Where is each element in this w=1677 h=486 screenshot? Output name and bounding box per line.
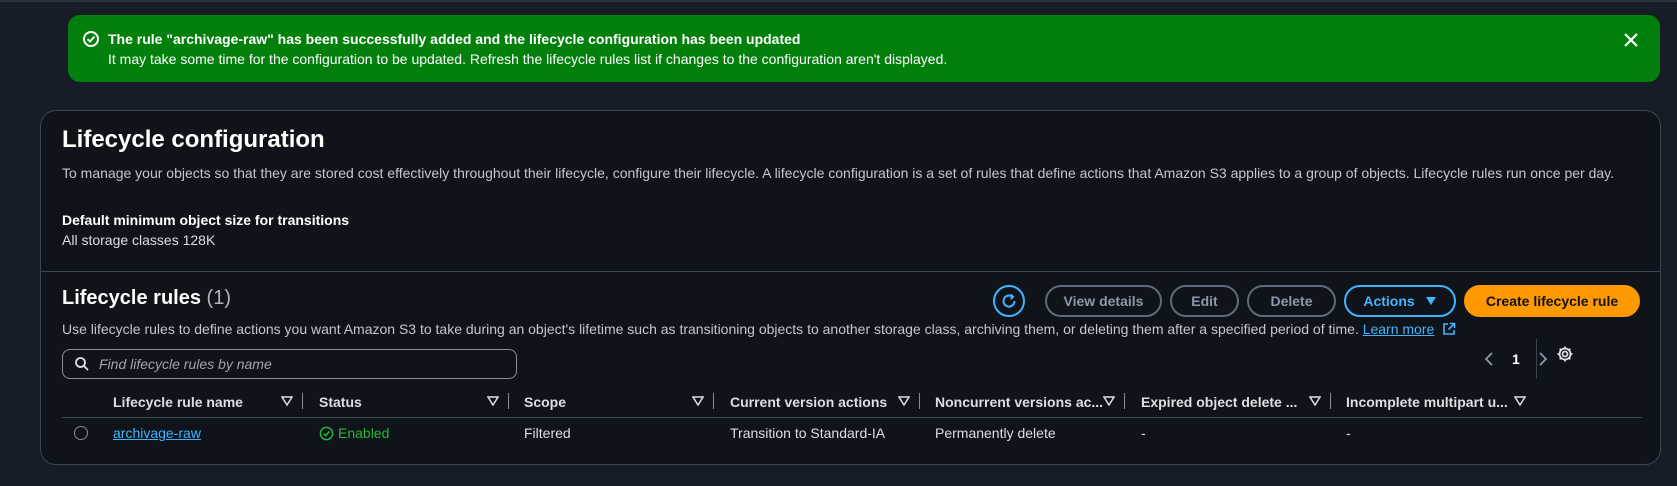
external-link-icon[interactable] [1442, 322, 1456, 336]
actions-label: Actions [1363, 293, 1415, 309]
cell-rule-name: archivage-raw [113, 418, 201, 448]
pager-divider [1536, 339, 1537, 379]
rules-count: (1) [206, 287, 231, 309]
delete-button[interactable]: Delete [1247, 285, 1336, 317]
row-select-radio[interactable] [74, 426, 88, 440]
top-border [0, 0, 1677, 2]
sort-caret-icon [898, 396, 910, 407]
check-circle-icon [83, 31, 99, 47]
cell-expired-delete: - [1141, 425, 1146, 441]
sort-caret-icon [692, 396, 704, 407]
search-icon [75, 357, 89, 371]
rules-title: Lifecycle rules [62, 287, 201, 309]
column-header-expired-delete[interactable]: Expired object delete ... [1141, 387, 1331, 417]
search-input[interactable] [97, 355, 501, 373]
rules-heading: Lifecycle rules (1) [62, 287, 231, 310]
chevron-left-icon[interactable] [1484, 352, 1494, 366]
check-circle-icon [319, 426, 334, 440]
rules-description-text: Use lifecycle rules to define actions yo… [62, 321, 1359, 337]
sort-caret-icon [487, 396, 499, 407]
sort-caret-icon [281, 396, 293, 407]
learn-more-link[interactable]: Learn more [1363, 321, 1435, 337]
caret-down-icon [1425, 297, 1436, 305]
refresh-icon [1002, 293, 1016, 308]
flash-message: It may take some time for the configurat… [108, 51, 948, 67]
cell-current-actions: Transition to Standard-IA [730, 425, 886, 441]
sort-caret-icon [1103, 396, 1115, 407]
sort-caret-icon [1514, 396, 1526, 407]
cell-status: Enabled [319, 418, 389, 448]
min-size-label: Default minimum object size for transiti… [62, 212, 350, 228]
column-header-incomplete-multipart[interactable]: Incomplete multipart u... [1346, 387, 1536, 417]
column-separator [508, 393, 509, 409]
cell-incomplete-multipart: - [1346, 425, 1351, 441]
table-row[interactable]: archivage-raw Enabled Filtered Transitio… [62, 418, 1642, 448]
lifecycle-configuration-container: Lifecycle configuration To manage your o… [40, 110, 1661, 465]
select-column-header [62, 387, 102, 417]
sort-caret-icon [1309, 396, 1321, 407]
column-separator [1124, 393, 1125, 409]
gear-icon[interactable] [1556, 345, 1574, 363]
pagination: 1 [1484, 351, 1548, 367]
chevron-right-icon[interactable] [1538, 352, 1548, 366]
page-number[interactable]: 1 [1512, 351, 1520, 367]
page-title: Lifecycle configuration [62, 126, 325, 153]
min-size-value: All storage classes 128K [62, 232, 216, 248]
rules-description: Use lifecycle rules to define actions yo… [62, 321, 1456, 337]
view-details-button[interactable]: View details [1045, 285, 1162, 317]
column-separator [302, 393, 303, 409]
column-header-name[interactable]: Lifecycle rule name [113, 387, 303, 417]
column-header-scope[interactable]: Scope [524, 387, 714, 417]
rule-name-link[interactable]: archivage-raw [113, 425, 201, 441]
column-separator [1330, 393, 1331, 409]
column-header-current-actions[interactable]: Current version actions [730, 387, 920, 417]
refresh-button[interactable] [993, 285, 1025, 317]
cell-noncurrent-actions: Permanently delete [935, 425, 1056, 441]
column-separator [713, 393, 714, 409]
column-header-noncurrent-actions[interactable]: Noncurrent versions ac... [935, 387, 1125, 417]
lifecycle-description: To manage your objects so that they are … [62, 165, 1615, 181]
column-header-status[interactable]: Status [319, 387, 509, 417]
actions-dropdown-button[interactable]: Actions [1344, 285, 1456, 317]
flash-title: The rule "archivage-raw" has been succes… [108, 31, 801, 47]
create-lifecycle-rule-button[interactable]: Create lifecycle rule [1464, 285, 1640, 317]
lifecycle-rules-table: Lifecycle rule name Status Scope Current… [62, 387, 1642, 448]
status-text: Enabled [338, 425, 390, 441]
cell-scope: Filtered [524, 425, 571, 441]
table-header: Lifecycle rule name Status Scope Current… [62, 387, 1642, 418]
search-field[interactable] [62, 349, 517, 379]
section-divider [41, 271, 1660, 272]
edit-button[interactable]: Edit [1170, 285, 1239, 317]
success-flash-banner: The rule "archivage-raw" has been succes… [68, 15, 1660, 82]
column-separator [919, 393, 920, 409]
close-icon[interactable] [1620, 29, 1642, 51]
